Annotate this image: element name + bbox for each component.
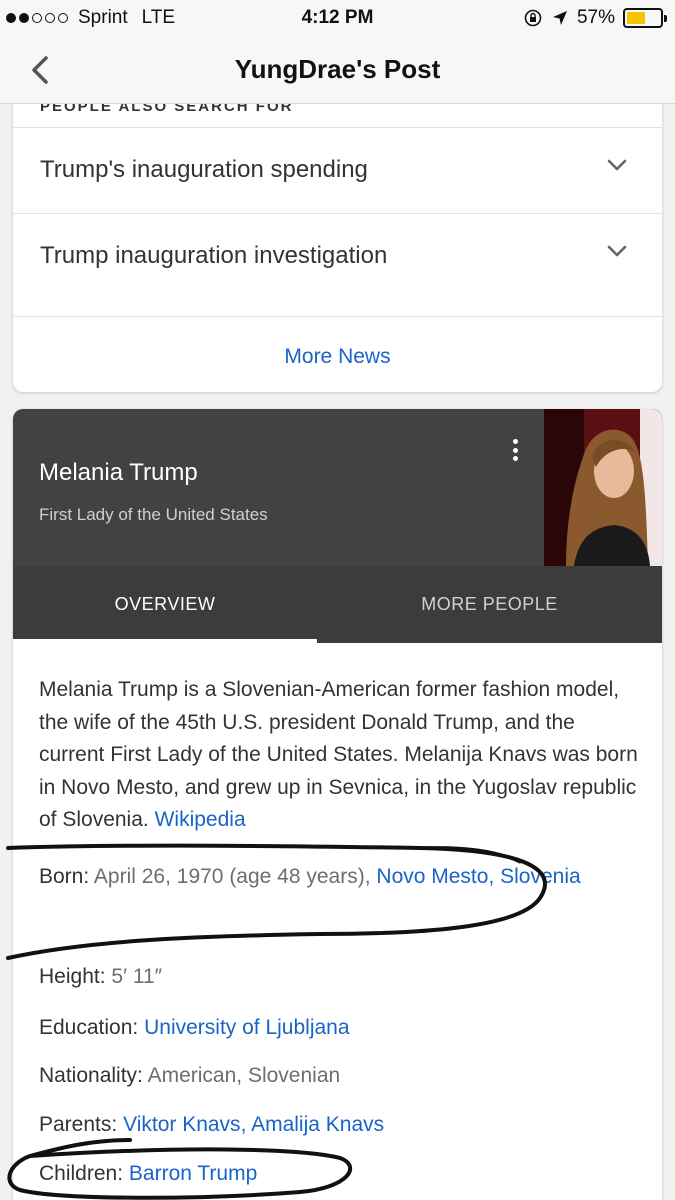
entity-subtitle: First Lady of the United States (39, 505, 268, 524)
fact-value: American, Slovenian (147, 1064, 341, 1087)
status-bar: Sprint LTE 4:12 PM 57% (0, 0, 675, 36)
entity-photo[interactable] (544, 409, 662, 566)
wikipedia-link[interactable]: Wikipedia (155, 808, 246, 831)
description-text: Melania Trump is a Slovenian-American fo… (39, 678, 638, 831)
battery-tip (664, 15, 667, 22)
page-title: YungDrae's Post (234, 54, 441, 84)
more-news-link[interactable]: More News (13, 316, 662, 392)
birthplace-link[interactable]: Novo Mesto, Slovenia (376, 865, 580, 888)
knowledge-panel-header: Melania Trump First Lady of the United S… (13, 409, 662, 566)
location-arrow-icon (552, 11, 567, 25)
active-tab-indicator (13, 639, 317, 643)
more-options-icon[interactable] (507, 435, 523, 465)
entity-name: Melania Trump (39, 459, 198, 486)
accordion-item[interactable]: Trump's inauguration spending (13, 127, 662, 213)
fact-height: Height: 5′ 11″ (39, 961, 639, 993)
fact-label: Parents: (39, 1113, 118, 1136)
fact-label: Height: (39, 965, 106, 988)
fact-education: Education: University of Ljubljana (39, 1012, 639, 1044)
fact-value: 5′ 11″ (111, 965, 163, 988)
people-also-search-card: PEOPLE ALSO SEARCH FOR Trump's inaugurat… (13, 104, 662, 392)
parent-separator: , (240, 1113, 252, 1136)
battery-percent: 57% (576, 7, 615, 28)
accordion-item-label: Trump's inauguration spending (40, 156, 368, 183)
chevron-down-icon (607, 159, 627, 171)
parent-link[interactable]: Viktor Knavs (123, 1113, 241, 1136)
education-link[interactable]: University of Ljubljana (144, 1016, 349, 1039)
entity-description: Melania Trump is a Slovenian-American fo… (39, 674, 639, 837)
fact-born: Born: April 26, 1970 (age 48 years), Nov… (39, 861, 639, 893)
fact-label: Children: (39, 1162, 124, 1185)
fact-parents: Parents: Viktor Knavs, Amalija Knavs (39, 1109, 639, 1141)
fact-nationality: Nationality: American, Slovenian (39, 1060, 639, 1092)
section-header: PEOPLE ALSO SEARCH FOR (40, 104, 294, 115)
tab-overview[interactable]: OVERVIEW (13, 566, 317, 643)
child-link[interactable]: Barron Trump (129, 1162, 257, 1185)
knowledge-panel: Melania Trump First Lady of the United S… (13, 409, 662, 1200)
navigation-bar: YungDrae's Post (0, 36, 675, 104)
fact-label: Education: (39, 1016, 139, 1039)
chevron-down-icon (607, 245, 627, 257)
parent-link[interactable]: Amalija Knavs (251, 1113, 384, 1136)
panel-tabs: OVERVIEW MORE PEOPLE (13, 566, 662, 643)
fact-label: Born: (39, 865, 90, 888)
orientation-lock-icon (524, 9, 542, 27)
battery-icon (623, 8, 667, 28)
battery-level (627, 12, 646, 24)
status-right: 57% (523, 7, 667, 29)
screen: Sprint LTE 4:12 PM 57% YungDrae's Post P… (0, 0, 675, 1200)
portrait-image (544, 409, 662, 566)
fact-label: Nationality: (39, 1064, 143, 1087)
fact-children: Children: Barron Trump (39, 1158, 639, 1190)
fact-value: April 26, 1970 (age 48 years), (93, 865, 371, 888)
accordion-item-label: Trump inauguration investigation (40, 242, 388, 269)
accordion-item[interactable]: Trump inauguration investigation (13, 213, 662, 299)
tab-more-people[interactable]: MORE PEOPLE (317, 566, 662, 643)
post-content[interactable]: PEOPLE ALSO SEARCH FOR Trump's inaugurat… (0, 104, 675, 1200)
